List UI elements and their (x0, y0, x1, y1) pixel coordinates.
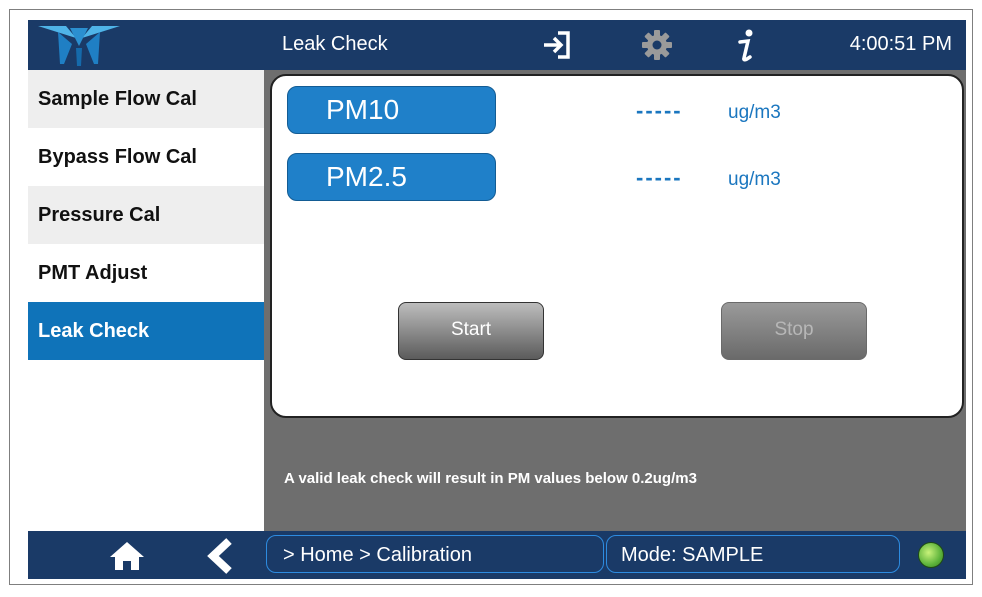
sidebar-item-pmt-adjust[interactable]: PMT Adjust (28, 244, 264, 302)
top-bar: Leak Check 4:00:51 PM (28, 20, 966, 70)
stop-button[interactable]: Stop (721, 302, 867, 360)
start-button[interactable]: Start (398, 302, 544, 360)
exit-icon[interactable] (540, 28, 574, 62)
logo-icon (38, 26, 120, 66)
instrument-screen: Leak Check 4:00:51 PM Sample Flow Cal By… (28, 20, 966, 579)
pm25-unit: ug/m3 (728, 169, 781, 190)
info-icon[interactable] (730, 28, 760, 64)
leak-check-hint: A valid leak check will result in PM val… (284, 470, 697, 487)
page-title: Leak Check (282, 33, 388, 55)
leak-check-panel: PM10 ----- ug/m3 PM2.5 ----- ug/m3 Start… (270, 74, 964, 418)
mode-indicator: Mode: SAMPLE (606, 535, 900, 573)
pm25-value: ----- (636, 165, 683, 190)
bottom-bar: > Home > Calibration Mode: SAMPLE (28, 531, 966, 579)
gear-icon[interactable] (640, 28, 674, 62)
clock-time: 4:00:51 PM (849, 33, 952, 55)
pm10-value: ----- (636, 98, 683, 123)
status-led-icon (918, 542, 944, 568)
breadcrumb[interactable]: > Home > Calibration (266, 535, 604, 573)
pm10-button[interactable]: PM10 (287, 86, 496, 134)
pm25-button[interactable]: PM2.5 (287, 153, 496, 201)
pm10-unit: ug/m3 (728, 102, 781, 123)
sidebar-item-bypass-flow-cal[interactable]: Bypass Flow Cal (28, 128, 264, 186)
calibration-menu: Sample Flow Cal Bypass Flow Cal Pressure… (28, 70, 264, 531)
home-icon[interactable] (108, 540, 146, 572)
sidebar-item-leak-check[interactable]: Leak Check (28, 302, 264, 360)
back-icon[interactable] (205, 537, 235, 575)
sidebar-item-sample-flow-cal[interactable]: Sample Flow Cal (28, 70, 264, 128)
sidebar-item-pressure-cal[interactable]: Pressure Cal (28, 186, 264, 244)
